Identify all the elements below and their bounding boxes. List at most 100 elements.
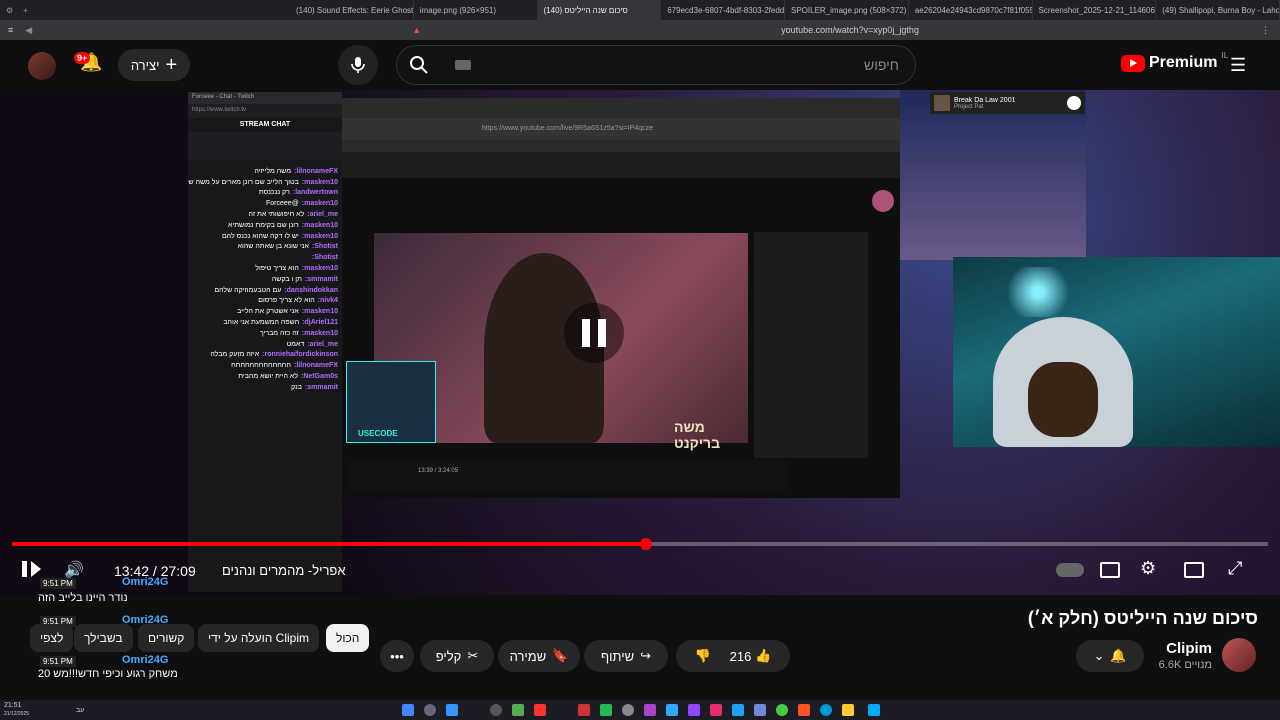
settings-icon[interactable] (622, 704, 634, 716)
app-icon[interactable] (490, 704, 502, 716)
app-icon[interactable] (424, 704, 436, 716)
chat-line-message: לא חיפושותי את זה (248, 211, 305, 219)
settings-gear-icon[interactable]: ⚙ (1140, 558, 1156, 579)
app-icon[interactable] (534, 704, 546, 716)
fullscreen-icon[interactable]: ⤢ (1228, 558, 1242, 579)
start-menu-icon[interactable] (868, 704, 880, 716)
chat-line-username[interactable]: masken10: (302, 265, 338, 272)
chat-line-username[interactable]: masken10: (302, 233, 338, 240)
chat-line-username[interactable]: lilnonameFX: (294, 168, 338, 175)
language-indicator[interactable]: עב (76, 707, 84, 714)
like-button[interactable]: 216 👍 (730, 648, 772, 664)
play-icon[interactable] (1067, 96, 1081, 110)
edge-icon[interactable] (820, 704, 832, 716)
browser-menu-dots-icon[interactable]: ⋮ (1261, 25, 1270, 36)
chat-line-username[interactable]: masken10: (302, 200, 338, 207)
pause-icon (22, 561, 27, 577)
avatar[interactable] (28, 52, 56, 80)
discord-icon[interactable] (754, 704, 766, 716)
chat-line: ariel_me: לא חיפושותי את זה (188, 209, 342, 220)
inner-yt-header (342, 152, 900, 178)
like-dislike-group[interactable]: 👎 216 👍 (676, 640, 790, 672)
browser-tab[interactable]: (49) Shallipopi, Burna Boy - Laho II ( (1156, 0, 1280, 20)
browser-tab[interactable]: (140) Sound Effects: Eerie Ghost Voic (290, 0, 414, 20)
more-actions-button[interactable]: ••• (380, 640, 414, 672)
chat-window-title: Forceee - Chat - Twitch (188, 92, 342, 104)
chat-line-username[interactable]: danshindokkan: (284, 287, 338, 294)
chat-line-username[interactable]: masken10: (302, 330, 338, 337)
new-tab-icon[interactable]: + (23, 6, 28, 15)
chip-all[interactable]: הכול (326, 624, 370, 652)
chat-line-username[interactable]: smmamit: (305, 384, 338, 391)
like-count: 216 (729, 648, 752, 664)
shield-icon[interactable]: ▲ (412, 25, 421, 35)
browser-tab[interactable]: 679ecd3e-6807-4bdf-8303-2fedd9c (661, 0, 785, 20)
chat-line-username[interactable]: Shotist: (312, 254, 338, 261)
brave-icon[interactable] (798, 704, 810, 716)
chat-line-username[interactable]: ariel_me: (307, 211, 338, 218)
notification-badge: 9+ (74, 52, 91, 64)
browser-tab[interactable]: image.png (926×951) (414, 0, 538, 20)
app-icon[interactable] (402, 704, 414, 716)
chat-line-username[interactable]: masken10: (302, 179, 338, 186)
browser-tab-active[interactable]: (140) סיכום שנה הייליטס (537, 0, 662, 20)
twitch-icon[interactable] (688, 704, 700, 716)
chip-uploaded-by[interactable]: הועלה על ידי Clipim (198, 624, 319, 652)
app-icon[interactable] (710, 704, 722, 716)
youtube-premium-logo[interactable]: Premium IL (1121, 51, 1228, 72)
chat-line-username[interactable]: Shotist: (312, 243, 338, 250)
menu-icon[interactable]: ≡ (8, 25, 13, 35)
chat-line-username[interactable]: ronniehaifordickinson: (262, 351, 338, 358)
next-icon (31, 561, 41, 577)
theater-mode-icon[interactable] (1184, 562, 1204, 578)
chat-line-username[interactable]: ariel_me: (307, 341, 338, 348)
chat-line: smmamit: בנק (188, 382, 342, 393)
voice-search-button[interactable] (338, 45, 378, 85)
autoplay-toggle[interactable] (1056, 563, 1084, 577)
file-explorer-icon[interactable] (842, 704, 854, 716)
browser-tab[interactable]: SPOILER_image.png (508×372) (785, 0, 909, 20)
dislike-icon[interactable]: 👎 (694, 648, 710, 664)
chat-line: lilnonameFX: משה מלייזיה (188, 166, 342, 177)
photoshop-icon[interactable] (666, 704, 678, 716)
clip-button[interactable]: קליפ ✂ (420, 640, 494, 672)
back-icon[interactable]: ◀ (25, 25, 32, 36)
browser-menu-icon[interactable]: ⚙ (6, 6, 13, 15)
keyboard-icon[interactable] (455, 60, 471, 70)
channel-avatar[interactable] (1222, 638, 1256, 672)
subscribe-button[interactable]: ⌄ 🔔 (1076, 640, 1144, 672)
chat-line-username[interactable]: lilnonameFX: (294, 362, 338, 369)
app-icon[interactable] (578, 704, 590, 716)
chat-line-username[interactable]: masken10: (302, 308, 338, 315)
browser-tab[interactable]: Screenshot_2025-12-21_114606.png (1033, 0, 1157, 20)
search-box[interactable]: חיפוש (396, 45, 916, 85)
browser-tab[interactable]: ae26204e24943cd9870c7f81f0557f (909, 0, 1033, 20)
pause-overlay[interactable] (564, 303, 624, 363)
track-artist: Project Pat (954, 103, 984, 110)
app-icon[interactable] (512, 704, 524, 716)
app-icon[interactable] (600, 704, 612, 716)
chat-line-message: בנק (291, 383, 302, 391)
search-button[interactable] (397, 46, 441, 84)
chat-line-username[interactable]: djAriel121: (302, 319, 338, 326)
chat-line-username[interactable]: landwertown: (293, 189, 338, 196)
chat-line-username[interactable]: NetGam0s: (301, 373, 338, 380)
hamburger-menu-icon[interactable]: ☰ (1230, 55, 1246, 76)
chat-line: nivk4: הוא לא צריך פרסום (188, 296, 342, 307)
app-icon[interactable] (644, 704, 656, 716)
chat-line-username[interactable]: smmamit: (305, 276, 338, 283)
chat-line-username[interactable]: nivk4: (318, 297, 338, 304)
pause-button[interactable] (22, 561, 41, 577)
chat-line-username[interactable]: masken10: (302, 222, 338, 229)
chat-line: landwertown: רק ננכנסת (188, 188, 342, 199)
chrome-icon[interactable] (776, 704, 788, 716)
app-icon[interactable] (732, 704, 744, 716)
create-button[interactable]: + יצירה (118, 49, 190, 81)
url-field[interactable]: youtube.com/watch?v=xyp0j_jgthg (781, 25, 919, 35)
save-button[interactable]: שמירה 🔖 (498, 640, 580, 672)
share-button[interactable]: שיתוף ↪ (584, 640, 668, 672)
captions-icon[interactable] (1100, 562, 1120, 578)
app-icon[interactable] (446, 704, 458, 716)
search-input[interactable]: חיפוש (864, 57, 899, 73)
now-playing-widget[interactable]: Break Da Law 2001 Project Pat (930, 92, 1085, 114)
